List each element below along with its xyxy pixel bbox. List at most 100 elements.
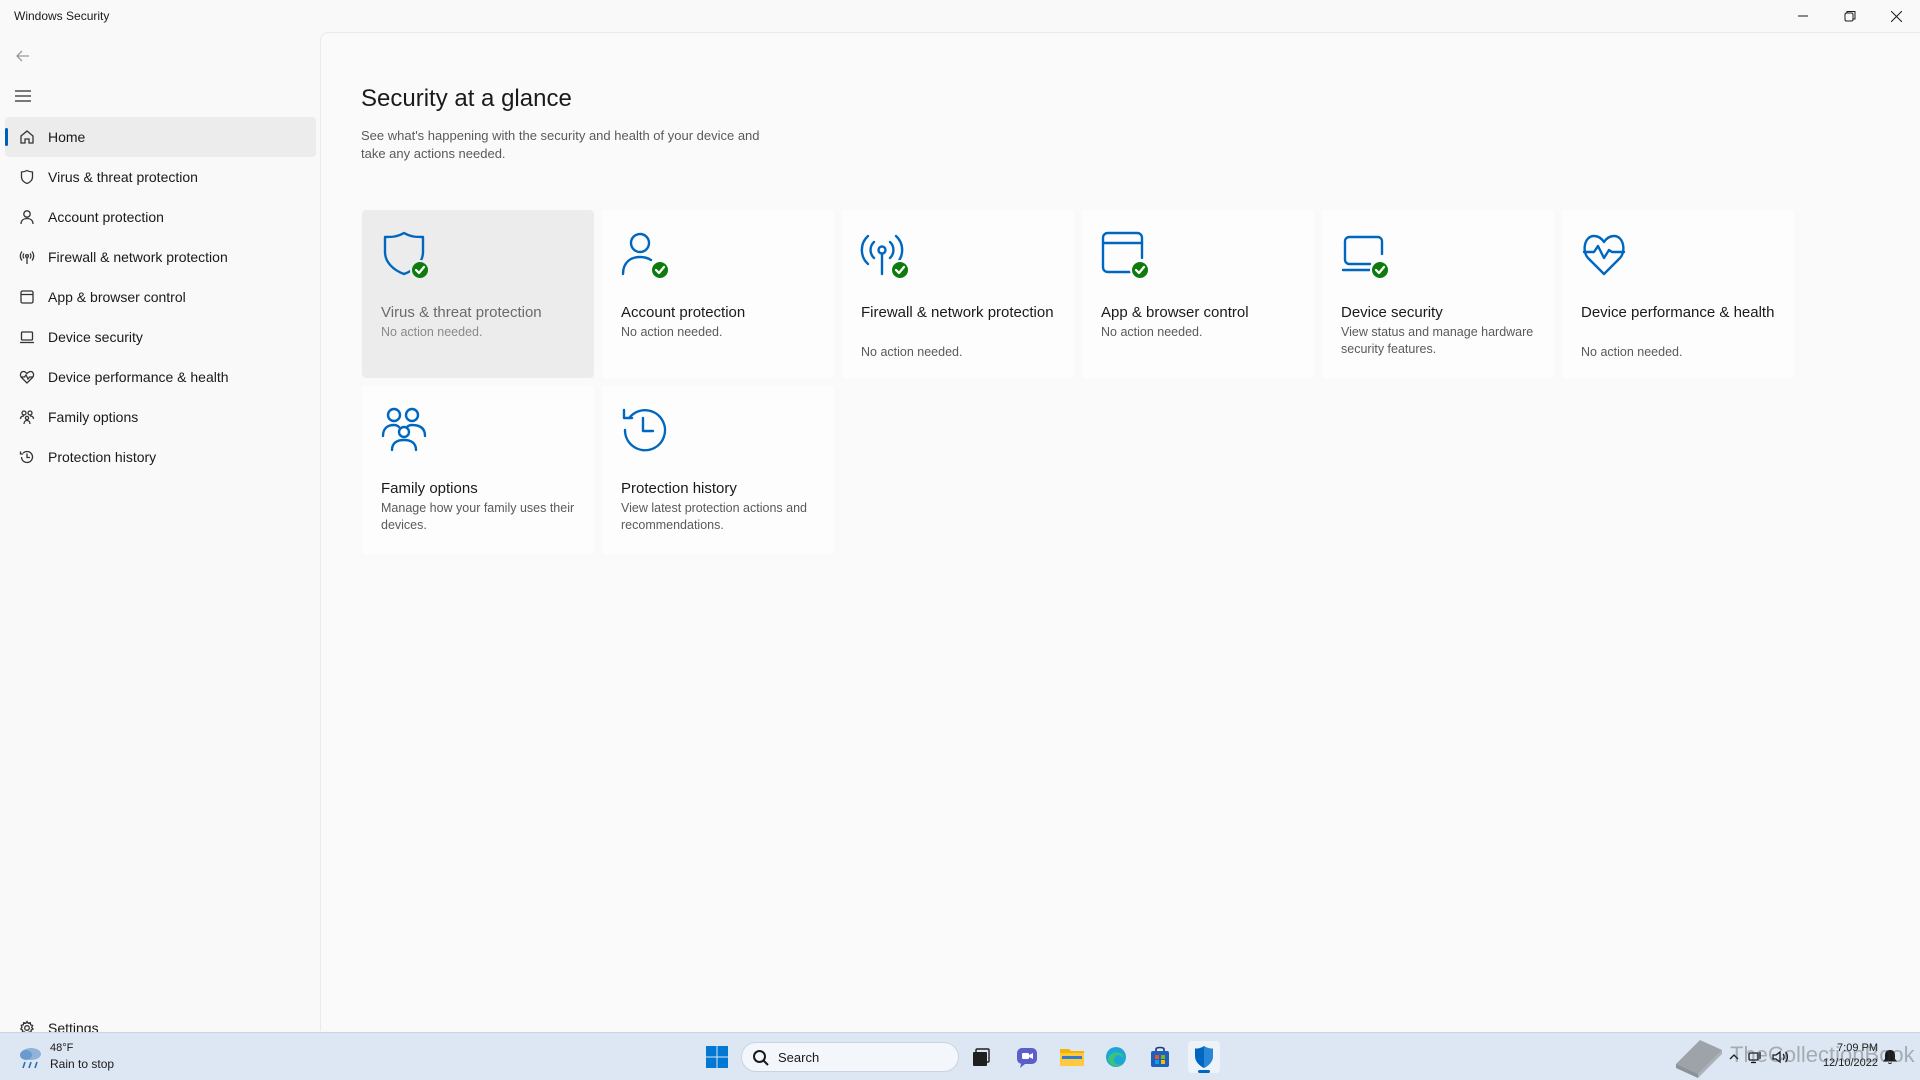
tile-device-security[interactable]: Device security View status and manage h… xyxy=(1322,210,1554,378)
tile-account-protection[interactable]: Account protection No action needed. xyxy=(602,210,834,378)
page-subtitle: See what's happening with the security a… xyxy=(361,128,760,161)
minimize-button[interactable] xyxy=(1780,0,1826,32)
sidebar-item-device-performance-health[interactable]: Device performance & health xyxy=(5,357,316,397)
edge-button[interactable] xyxy=(1100,1041,1132,1073)
tile-protection-history[interactable]: Protection history View latest protectio… xyxy=(602,386,834,554)
page-title: Security at a glance xyxy=(361,85,572,112)
weather-temp: 48°F xyxy=(50,1042,74,1054)
tile-title: Device performance & health xyxy=(1581,304,1775,321)
tile-status: No action needed. xyxy=(1581,345,1683,359)
sidebar-item-family-options[interactable]: Family options xyxy=(5,397,316,437)
notifications-button[interactable] xyxy=(1876,1041,1904,1073)
sidebar-item-label: Protection history xyxy=(48,449,157,465)
network-icon[interactable] xyxy=(1744,1050,1768,1064)
system-tray xyxy=(1724,1041,1810,1073)
ok-check-icon xyxy=(890,260,910,280)
main-content: Security at a glance See what's happenin… xyxy=(320,32,1920,1031)
sidebar-item-protection-history[interactable]: Protection history xyxy=(5,437,316,477)
back-button[interactable] xyxy=(12,46,34,66)
tile-app-browser-control[interactable]: App & browser control No action needed. xyxy=(1082,210,1314,378)
search-input[interactable] xyxy=(778,1048,948,1066)
restore-icon xyxy=(1844,11,1856,22)
weather-widget[interactable]: 48°F Rain to stop xyxy=(16,1041,126,1075)
store-button[interactable] xyxy=(1144,1041,1176,1073)
sidebar-item-label: Family options xyxy=(48,409,139,425)
home-icon xyxy=(17,127,37,147)
family-icon xyxy=(17,407,37,427)
tile-title: App & browser control xyxy=(1101,304,1249,321)
sidebar-item-device-security[interactable]: Device security xyxy=(5,317,316,357)
ok-check-icon xyxy=(1370,260,1390,280)
clock-date: 12/10/2022 xyxy=(1822,1057,1878,1069)
clock-time: 7:09 PM xyxy=(1837,1042,1878,1054)
sidebar-item-label: Account protection xyxy=(48,209,164,225)
person-icon xyxy=(620,230,672,282)
sidebar-item-label: Virus & threat protection xyxy=(48,169,198,185)
sidebar-item-label: App & browser control xyxy=(48,289,186,305)
tile-firewall-network-protection[interactable]: Firewall & network protection No action … xyxy=(842,210,1074,378)
history-icon xyxy=(620,406,672,458)
sidebar-item-virus-threat-protection[interactable]: Virus & threat protection xyxy=(5,157,316,197)
windows-security-taskbar-button[interactable] xyxy=(1188,1041,1220,1073)
tile-status: View status and manage hardware security… xyxy=(1341,325,1534,356)
sidebar-item-home[interactable]: Home xyxy=(5,117,316,157)
tile-title: Account protection xyxy=(621,304,746,321)
sidebar-item-label: Firewall & network protection xyxy=(48,249,228,265)
tile-title: Protection history xyxy=(621,480,737,497)
taskbar-clock[interactable]: 7:09 PM 12/10/2022 xyxy=(1823,1041,1878,1071)
speaker-icon[interactable] xyxy=(1768,1050,1792,1064)
ok-check-icon xyxy=(650,260,670,280)
sidebar-item-account-protection[interactable]: Account protection xyxy=(5,197,316,237)
store-icon xyxy=(1151,1046,1169,1067)
windows-logo-icon xyxy=(706,1046,728,1068)
history-icon xyxy=(17,447,37,467)
tile-status: No action needed. xyxy=(1101,325,1203,339)
chat-button[interactable] xyxy=(1011,1041,1043,1073)
tile-status: No action needed. xyxy=(381,325,483,339)
antenna-icon xyxy=(860,230,912,282)
tile-status: No action needed. xyxy=(621,325,723,339)
close-icon xyxy=(1890,10,1902,22)
shield-icon xyxy=(17,167,37,187)
tile-family-options[interactable]: Family options Manage how your family us… xyxy=(362,386,594,554)
rain-cloud-icon xyxy=(16,1043,44,1071)
tile-virus-threat-protection[interactable]: Virus & threat protection No action need… xyxy=(362,210,594,378)
sidebar: Home Virus & threat protection Account p… xyxy=(0,32,320,1036)
restore-button[interactable] xyxy=(1827,0,1873,32)
search-icon xyxy=(752,1049,770,1067)
tile-status: No action needed. xyxy=(861,345,963,359)
taskbar-search[interactable] xyxy=(741,1042,959,1072)
family-icon xyxy=(380,406,432,458)
tile-status: Manage how your family uses their device… xyxy=(381,501,575,532)
back-arrow-icon xyxy=(16,50,29,62)
chevron-up-icon[interactable] xyxy=(1724,1053,1744,1061)
title-bar: Windows Security xyxy=(0,0,1920,32)
sidebar-item-label: Device security xyxy=(48,329,143,345)
person-icon xyxy=(17,207,37,227)
menu-button[interactable] xyxy=(12,86,34,106)
antenna-icon xyxy=(17,247,37,267)
task-view-icon xyxy=(973,1048,990,1066)
tile-device-performance-health[interactable]: Device performance & health No action ne… xyxy=(1562,210,1794,378)
close-button[interactable] xyxy=(1873,0,1919,32)
heartbeat-icon xyxy=(17,367,37,387)
tile-status: View latest protection actions and recom… xyxy=(621,501,807,532)
sidebar-item-firewall-network-protection[interactable]: Firewall & network protection xyxy=(5,237,316,277)
heartbeat-icon xyxy=(1580,230,1632,282)
bell-icon xyxy=(1883,1049,1897,1064)
laptop-icon xyxy=(17,327,37,347)
task-view-button[interactable] xyxy=(965,1041,997,1073)
taskbar: 48°F Rain to stop 7:09 PM 12/10/2022 xyxy=(0,1032,1920,1080)
ok-check-icon xyxy=(410,260,430,280)
file-explorer-button[interactable] xyxy=(1056,1041,1088,1073)
laptop-icon xyxy=(1340,230,1392,282)
tile-title: Device security xyxy=(1341,304,1443,321)
sidebar-item-app-browser-control[interactable]: App & browser control xyxy=(5,277,316,317)
hamburger-menu-icon xyxy=(15,90,31,102)
app-window-icon xyxy=(17,287,37,307)
tile-title: Virus & threat protection xyxy=(381,304,542,321)
start-button[interactable] xyxy=(701,1041,733,1073)
app-window-icon xyxy=(1100,230,1152,282)
tile-title: Firewall & network protection xyxy=(861,304,1054,321)
shield-icon xyxy=(380,230,432,282)
